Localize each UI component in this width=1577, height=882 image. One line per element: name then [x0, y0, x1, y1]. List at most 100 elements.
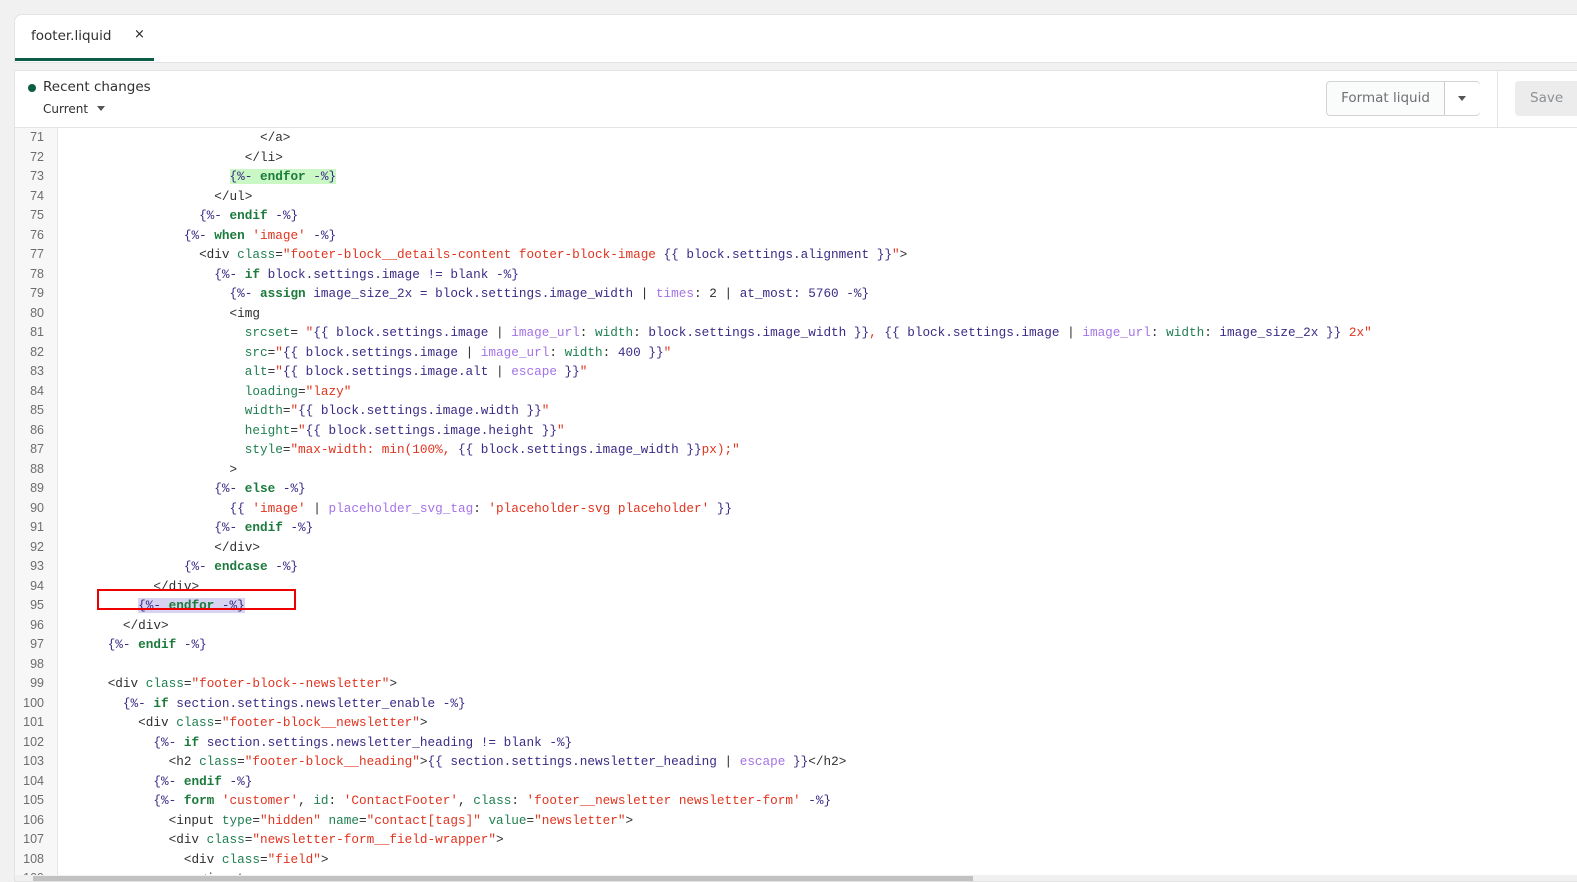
code-token: <h2 [168, 754, 200, 769]
tab-label: footer.liquid [31, 28, 112, 44]
code-line[interactable]: 99 <div class="footer-block--newsletter"… [15, 674, 1577, 694]
code-token: endif [244, 520, 283, 535]
version-label: Current [43, 102, 89, 116]
code-token: " [556, 422, 565, 438]
code-line[interactable]: 102 {%- if section.settings.newsletter_h… [15, 733, 1577, 753]
code-token: {%- [214, 266, 245, 282]
line-number: 94 [30, 578, 44, 593]
code-line[interactable]: 103 <h2 class="footer-block__heading">{{… [15, 752, 1577, 772]
code-token: image_url [480, 344, 550, 360]
code-line[interactable]: 106 <input type="hidden" name="contact[t… [15, 811, 1577, 831]
format-liquid-button[interactable]: Format liquid [1327, 82, 1445, 115]
status-dot-icon [28, 84, 36, 92]
recent-changes-title: Recent changes [43, 79, 151, 95]
code-line[interactable]: 82 src="{{ block.settings.image | image_… [15, 343, 1577, 363]
code-line[interactable]: 101 <div class="footer-block__newsletter… [15, 713, 1577, 733]
code-token: | [313, 500, 329, 516]
code-line[interactable]: 72 </li> [15, 148, 1577, 168]
code-token: endif [183, 773, 222, 789]
code-token: {%- [183, 227, 215, 243]
code-token: -%} [838, 286, 870, 301]
code-tokens: <input type="hidden" name="contact[tags]… [169, 813, 634, 828]
code-line[interactable]: 107 <div class="newsletter-form__field-w… [15, 830, 1577, 850]
code-token: -%} [282, 520, 314, 535]
close-icon[interactable]: × [134, 27, 145, 42]
code-token: </li> [244, 149, 283, 165]
code-line[interactable]: 93 {%- endcase -%} [15, 557, 1577, 577]
code-editor[interactable]: 71 </a> 72 </li> 73 {%- endfor -%} 74 </ul>… [15, 128, 1577, 877]
tab-footer-liquid[interactable]: footer.liquid × [15, 15, 154, 61]
line-code: loading="lazy" [62, 382, 352, 402]
code-token: {%- [107, 637, 139, 652]
code-token: <img [229, 305, 260, 321]
line-number: 72 [30, 149, 44, 164]
code-line[interactable]: 78 {%- if block.settings.image != blank … [15, 265, 1577, 285]
code-line[interactable]: 89 {%- else -%} [15, 479, 1577, 499]
line-code: alt="{{ block.settings.image.alt | escap… [62, 362, 588, 382]
code-line[interactable]: 97 {%- endif -%} [15, 635, 1577, 655]
code-token: block.settings.image [907, 325, 1068, 340]
code-line[interactable]: 85 width="{{ block.settings.image.width … [15, 401, 1577, 421]
code-line[interactable]: 74 </ul> [15, 187, 1577, 207]
code-token: }} [716, 500, 733, 516]
code-line[interactable]: 83 alt="{{ block.settings.image.alt | es… [15, 362, 1577, 382]
code-line[interactable]: 96 </div> [15, 616, 1577, 636]
code-token: | [465, 344, 481, 360]
line-number: 105 [23, 793, 44, 807]
code-line[interactable]: 98 [15, 655, 1577, 675]
code-token: -%} [275, 481, 306, 496]
code-tokens: </a> [260, 130, 290, 145]
code-line[interactable]: 108 <div class="field"> [15, 850, 1577, 870]
save-button[interactable]: Save [1515, 81, 1577, 116]
code-token: block.settings.image_width [648, 325, 854, 340]
code-line[interactable]: 87 style="max-width: min(100%, {{ block.… [15, 440, 1577, 460]
code-token: = [252, 812, 260, 828]
code-tokens: {%- else -%} [214, 481, 305, 496]
code-line[interactable]: 92 </div> [15, 538, 1577, 558]
code-token: {{ [663, 247, 687, 262]
code-line[interactable]: 100 {%- if section.settings.newsletter_e… [15, 694, 1577, 714]
code-tokens: alt="{{ block.settings.image.alt | escap… [245, 364, 588, 379]
code-line[interactable]: 75 {%- endif -%} [15, 206, 1577, 226]
code-token: | [724, 754, 740, 769]
code-token: "newsletter" [534, 812, 626, 828]
code-line[interactable]: 71 </a> [15, 128, 1577, 148]
code-line[interactable]: 79 {%- assign image_size_2x = block.sett… [15, 284, 1577, 304]
code-line[interactable]: 80 <img [15, 304, 1577, 324]
code-line[interactable]: 105 {%- form 'customer', id: 'ContactFoo… [15, 791, 1577, 811]
code-line[interactable]: 91 {%- endif -%} [15, 518, 1577, 538]
code-token: block.settings.image != blank [259, 266, 489, 282]
code-line[interactable]: 90 {{ 'image' | placeholder_svg_tag: 'pl… [15, 499, 1577, 519]
horizontal-scrollbar[interactable] [15, 875, 1577, 881]
code-token: {%- [153, 773, 184, 789]
code-line[interactable]: 88 > [15, 460, 1577, 480]
code-token: class [473, 793, 512, 808]
code-token: 'ContactFooter' [343, 793, 458, 808]
version-select[interactable]: Current [43, 102, 106, 116]
code-token: 'image' [244, 227, 306, 243]
line-number: 98 [30, 656, 44, 671]
code-line[interactable]: 73 {%- endfor -%} [15, 167, 1577, 187]
code-token: 'placeholder-svg placeholder' [488, 500, 717, 516]
code-token: : [328, 793, 344, 808]
line-code: style="max-width: min(100%, {{ block.set… [62, 440, 740, 460]
code-line[interactable]: 84 loading="lazy" [15, 382, 1577, 402]
scrollbar-thumb[interactable] [33, 876, 973, 881]
format-options-dropdown[interactable] [1445, 82, 1480, 115]
code-token: "max-width: min(100%, [290, 442, 458, 457]
code-tokens: srcset= "{{ block.settings.image | image… [245, 325, 1372, 340]
code-token: class [206, 832, 245, 847]
code-token: <input [168, 812, 222, 828]
code-line[interactable]: 81 srcset= "{{ block.settings.image | im… [15, 323, 1577, 343]
code-tokens: <div class="field"> [184, 852, 329, 867]
code-token: form [183, 793, 215, 808]
code-line[interactable]: 104 {%- endif -%} [15, 772, 1577, 792]
code-token: image_url [511, 325, 580, 340]
line-code: </div> [62, 616, 169, 636]
code-line[interactable]: 77 <div class="footer-block__details-con… [15, 245, 1577, 265]
code-line[interactable]: 76 {%- when 'image' -%} [15, 226, 1577, 246]
line-number: 75 [30, 208, 44, 222]
code-token: : [511, 793, 527, 808]
code-line[interactable]: 86 height="{{ block.settings.image.heigh… [15, 421, 1577, 441]
line-code: srcset= "{{ block.settings.image | image… [62, 323, 1372, 343]
